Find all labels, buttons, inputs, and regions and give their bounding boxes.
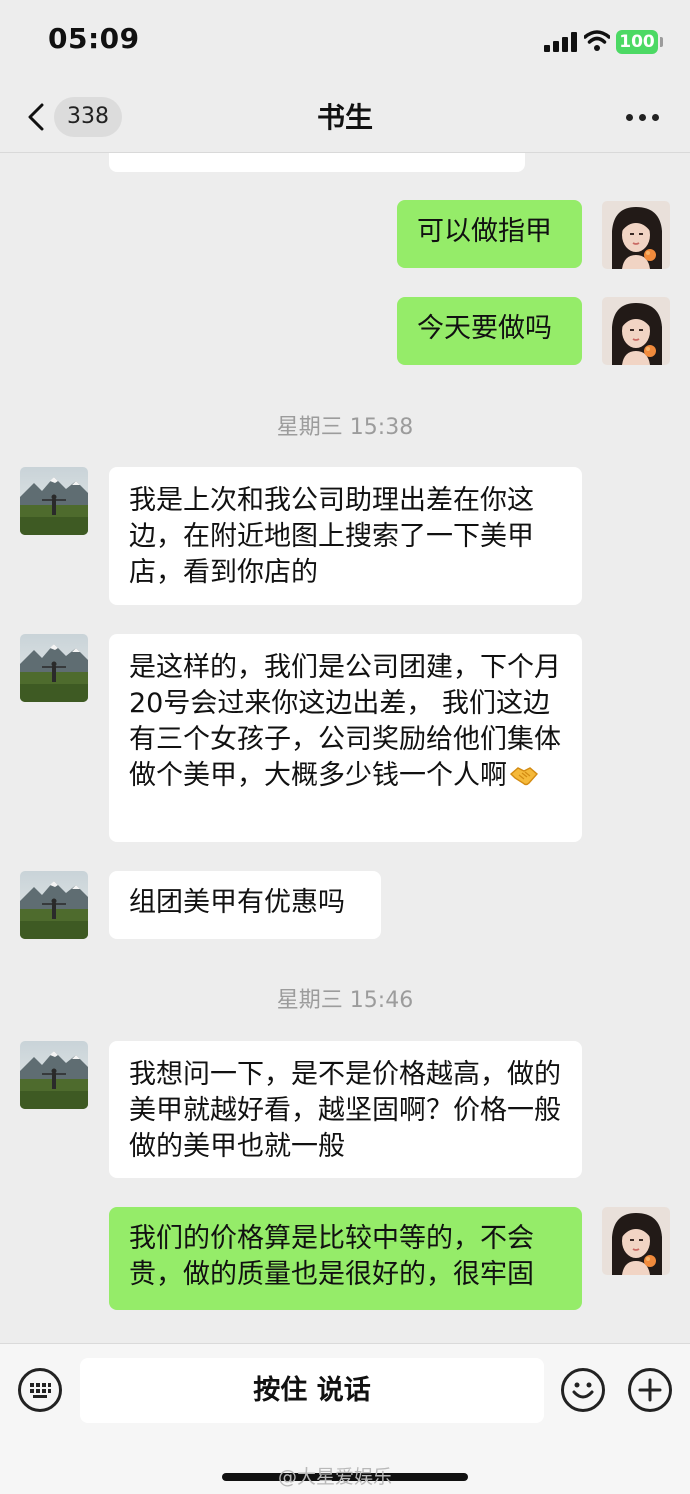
message-text: 是这样的，我们是公司团建，下个月20号会过来你这边出差， 我们这边有三个女孩子，…	[129, 652, 561, 791]
status-bar: 05:09 100	[0, 0, 690, 84]
my-avatar[interactable]	[602, 1207, 670, 1275]
outgoing-message[interactable]: 我们的价格算是比较中等的，不会贵，做的质量也是很好的，很牢固	[109, 1207, 582, 1310]
chat-title: 书生	[316, 101, 373, 134]
message-text: 我想问一下，是不是价格越高，做的美甲就越好看，越坚固啊？价格一般做的美甲也就一般	[129, 1059, 561, 1162]
watermark-text: @大星爱娱乐	[278, 1466, 393, 1488]
contact-avatar[interactable]	[20, 871, 88, 939]
cellular-signal-icon	[544, 32, 577, 52]
contact-avatar[interactable]	[20, 467, 88, 535]
outgoing-message[interactable]: 今天要做吗	[397, 297, 582, 365]
message-text: 可以做指甲	[417, 216, 552, 247]
message-timestamp: 星期三 15:46	[276, 988, 414, 1013]
incoming-message[interactable]: 我想问一下，是不是价格越高，做的美甲就越好看，越坚固啊？价格一般做的美甲也就一般	[109, 1041, 582, 1178]
status-time: 05:09	[48, 22, 140, 55]
outgoing-message[interactable]: 可以做指甲	[397, 200, 582, 268]
contact-avatar[interactable]	[20, 634, 88, 702]
incoming-message[interactable]: 是这样的，我们是公司团建，下个月20号会过来你这边出差， 我们这边有三个女孩子，…	[109, 634, 582, 842]
my-avatar[interactable]	[602, 201, 670, 269]
my-avatar[interactable]	[602, 297, 670, 365]
message-text: 我是上次和我公司助理出差在你这边，在附近地图上搜索了一下美甲店，看到你店的	[129, 485, 534, 588]
partial-message-bubble	[109, 153, 525, 172]
chat-header: 338 书生	[0, 84, 690, 153]
battery-icon: 100	[616, 30, 658, 54]
keyboard-icon[interactable]	[18, 1368, 62, 1412]
incoming-message[interactable]: 我是上次和我公司助理出差在你这边，在附近地图上搜索了一下美甲店，看到你店的	[109, 467, 582, 605]
incoming-message[interactable]: 组团美甲有优惠吗	[109, 871, 381, 939]
emoji-icon[interactable]	[561, 1368, 605, 1412]
battery-tip	[660, 37, 663, 47]
message-text: 组团美甲有优惠吗	[129, 887, 345, 918]
message-timestamp: 星期三 15:38	[276, 415, 414, 440]
message-text: 今天要做吗	[417, 313, 552, 344]
more-options-icon[interactable]	[626, 114, 660, 122]
hold-to-talk-button[interactable]: 按住 说话	[80, 1358, 544, 1423]
message-text: 我们的价格算是比较中等的，不会贵，做的质量也是很好的，很牢固	[129, 1223, 534, 1290]
handshake-emoji-icon	[509, 762, 539, 788]
contact-avatar[interactable]	[20, 1041, 88, 1109]
input-bar: 按住 说话 @大星爱娱乐	[0, 1343, 690, 1494]
plus-icon[interactable]	[628, 1368, 672, 1412]
contact-avatar[interactable]	[20, 153, 88, 173]
wifi-icon	[584, 30, 610, 51]
